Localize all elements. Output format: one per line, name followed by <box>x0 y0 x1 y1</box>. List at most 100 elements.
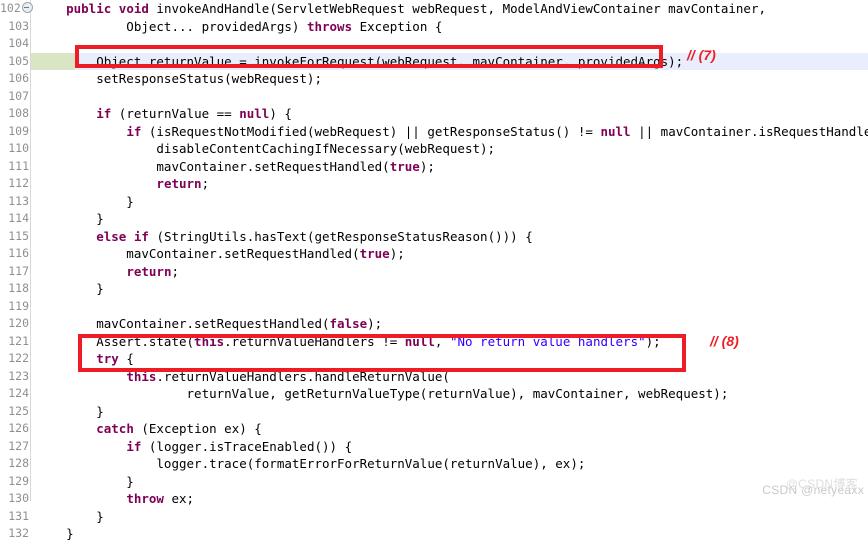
code-line-text: disableContentCachingIfNecessary(webRequ… <box>31 140 495 158</box>
code-line[interactable] <box>31 298 868 316</box>
line-number[interactable]: 107 <box>0 88 30 106</box>
code-token: (returnValue == <box>111 106 240 121</box>
code-line[interactable]: mavContainer.setRequestHandled(true); <box>31 158 868 176</box>
line-number[interactable]: 108 <box>0 105 30 123</box>
code-token: mavContainer.setRequestHandled( <box>36 316 330 331</box>
code-line[interactable]: Object returnValue = invokeForRequest(we… <box>31 52 868 71</box>
watermark-secondary: @CSDN博客 <box>785 477 858 491</box>
code-line-text: if (isRequestNotModified(webRequest) || … <box>31 123 868 141</box>
code-line[interactable]: this.returnValueHandlers.handleReturnVal… <box>31 368 868 386</box>
code-line[interactable] <box>31 88 868 106</box>
code-line[interactable] <box>31 35 868 53</box>
line-number[interactable]: 115 <box>0 228 30 246</box>
code-line[interactable]: logger.trace(formatErrorForReturnValue(r… <box>31 455 868 473</box>
line-number-label: 128 <box>8 456 29 470</box>
line-number[interactable]: 117 <box>0 263 30 281</box>
code-line[interactable]: } <box>31 210 868 228</box>
code-line[interactable]: } <box>31 193 868 211</box>
line-number-label: 115 <box>8 228 29 243</box>
code-line[interactable]: else if (StringUtils.hasText(getResponse… <box>31 228 868 246</box>
code-line[interactable]: mavContainer.setRequestHandled(false); <box>31 315 868 333</box>
line-number[interactable]: 129 <box>0 473 30 491</box>
line-number[interactable]: 125 <box>0 403 30 421</box>
code-line[interactable]: disableContentCachingIfNecessary(webRequ… <box>31 140 868 158</box>
code-line[interactable]: if (logger.isTraceEnabled()) { <box>31 438 868 456</box>
code-token: void <box>118 1 149 16</box>
line-number[interactable]: 111 <box>0 158 30 176</box>
code-line-text: Assert.state(this.returnValueHandlers !=… <box>31 333 661 351</box>
code-line[interactable]: if (returnValue == null) { <box>31 105 868 123</box>
code-line-text: setResponseStatus(webRequest); <box>31 70 322 88</box>
code-content-area[interactable]: public void invokeAndHandle(ServletWebRe… <box>31 0 868 541</box>
line-number[interactable]: 132 <box>0 525 30 543</box>
line-number[interactable]: 116 <box>0 245 30 263</box>
line-number[interactable]: 124 <box>0 385 30 403</box>
line-number[interactable]: 120 <box>0 315 30 333</box>
line-number[interactable]: 119 <box>0 298 30 316</box>
line-number[interactable]: 105 <box>0 53 30 71</box>
code-line[interactable]: setResponseStatus(webRequest); <box>31 70 868 88</box>
code-token: ); <box>645 333 661 349</box>
code-token: mavContainer.setRequestHandled( <box>36 246 360 261</box>
line-number[interactable]: 110 <box>0 140 30 158</box>
code-token: null <box>404 333 435 349</box>
code-line[interactable]: mavContainer.setRequestHandled(true); <box>31 245 868 263</box>
line-number-label: 105 <box>8 53 29 68</box>
code-line[interactable]: } <box>31 280 868 298</box>
line-number[interactable]: 128 <box>0 455 30 473</box>
line-number[interactable]: 102 <box>0 0 33 18</box>
code-token: || mavContainer.isRequestHandled()) { <box>638 123 868 139</box>
line-number-label: 124 <box>8 386 29 400</box>
line-number[interactable]: 114 <box>0 210 30 228</box>
code-line[interactable]: catch (Exception ex) { <box>31 420 868 438</box>
line-number[interactable]: 106 <box>0 70 30 88</box>
code-line-text: } <box>31 193 134 211</box>
code-token: true <box>389 158 420 174</box>
code-token: { <box>118 351 134 366</box>
code-token: .returnValueHandlers != <box>224 333 405 349</box>
line-number-label: 122 <box>8 351 29 365</box>
code-line[interactable]: } <box>31 473 868 491</box>
line-number[interactable]: 131 <box>0 508 30 526</box>
code-line[interactable]: Object... providedArgs) throws Exception… <box>31 18 868 36</box>
line-number[interactable]: 123 <box>0 368 30 386</box>
code-editor[interactable]: 102 103 104 105 106 107 108 109 110 111 112 113 114 1… <box>0 0 868 541</box>
code-line[interactable]: try { <box>31 350 868 368</box>
code-token: ); <box>389 246 405 261</box>
code-token: } <box>36 508 104 524</box>
code-line-text: } <box>31 210 104 228</box>
code-line[interactable]: } <box>31 525 868 543</box>
line-number[interactable]: 130 <box>0 490 30 508</box>
code-line-text: mavContainer.setRequestHandled(true); <box>31 158 434 176</box>
code-line[interactable]: } <box>31 508 868 526</box>
code-line[interactable]: if (isRequestNotModified(webRequest) || … <box>31 123 868 141</box>
line-number[interactable]: 122 <box>0 350 30 368</box>
code-line[interactable]: Assert.state(this.returnValueHandlers !=… <box>31 333 868 351</box>
line-number[interactable]: 103 <box>0 18 30 36</box>
code-token: ; <box>201 176 210 191</box>
code-line[interactable]: returnValue, getReturnValueType(returnVa… <box>31 385 868 403</box>
code-line[interactable]: } <box>31 403 868 421</box>
code-line[interactable]: return; <box>31 175 868 193</box>
line-number[interactable]: 118 <box>0 280 30 298</box>
line-number[interactable]: 113 <box>0 193 30 211</box>
line-number[interactable]: 121 <box>0 333 30 351</box>
code-line-text: public void invokeAndHandle(ServletWebRe… <box>31 0 766 18</box>
code-token: , <box>434 333 450 349</box>
code-line[interactable]: return; <box>31 263 868 281</box>
line-number[interactable]: 127 <box>0 438 30 456</box>
code-line-text: Object returnValue = invokeForRequest(we… <box>31 53 683 71</box>
line-number[interactable]: 104 <box>0 35 30 53</box>
code-token: false <box>329 316 368 331</box>
code-line[interactable]: throw ex; <box>31 490 868 508</box>
line-number[interactable]: 112 <box>0 175 30 193</box>
line-number[interactable]: 126 <box>0 420 30 438</box>
line-number[interactable]: 109 <box>0 123 30 141</box>
line-number-gutter[interactable]: 102 103 104 105 106 107 108 109 110 111 112 113 114 1… <box>0 0 33 540</box>
code-line[interactable]: public void invokeAndHandle(ServletWebRe… <box>31 0 868 18</box>
